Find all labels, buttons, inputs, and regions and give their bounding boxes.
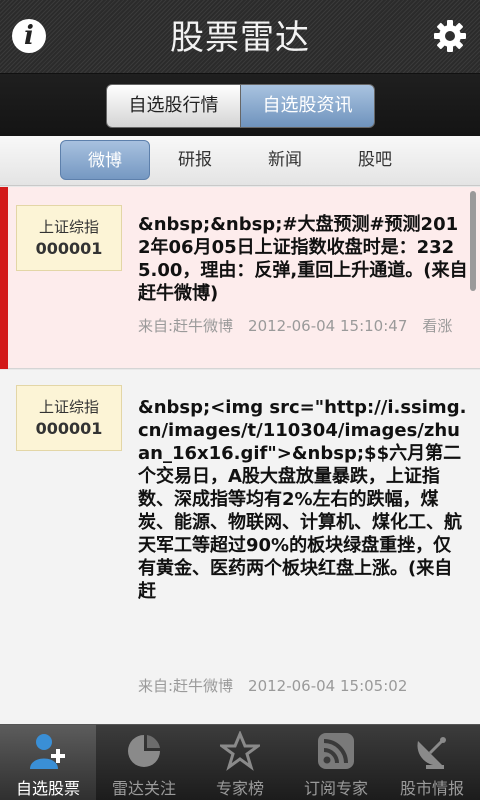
scrollbar[interactable] bbox=[470, 191, 476, 291]
bottom-nav: 自选股票 雷达关注 专家榜 订阅专家 股市情报 bbox=[0, 724, 480, 800]
stock-code: 000001 bbox=[35, 239, 103, 258]
stock-code: 000001 bbox=[35, 419, 103, 438]
satellite-dish-icon bbox=[412, 731, 452, 771]
segment-bar: 自选股行情 自选股资讯 bbox=[0, 74, 480, 136]
nav-market-intel[interactable]: 股市情报 bbox=[384, 725, 480, 800]
sub-tab-bar: 微博 研报 新闻 股吧 bbox=[0, 136, 480, 186]
tab-forum[interactable]: 股吧 bbox=[330, 140, 420, 180]
nav-label: 雷达关注 bbox=[111, 779, 176, 798]
segment-stock-news[interactable]: 自选股资讯 bbox=[240, 84, 375, 128]
segment-stock-quotes[interactable]: 自选股行情 bbox=[106, 84, 241, 128]
item-meta: 来自:赶牛微博 2012-06-04 15:10:47 看涨 bbox=[138, 317, 453, 335]
list-item[interactable]: 上证综指 000001 &nbsp;<img src="http://i.ssi… bbox=[0, 370, 480, 724]
rss-icon bbox=[316, 731, 356, 771]
radar-icon bbox=[124, 731, 164, 771]
nav-label: 自选股票 bbox=[15, 779, 80, 798]
stock-name: 上证综指 bbox=[38, 398, 99, 416]
nav-subscribe-expert[interactable]: 订阅专家 bbox=[288, 725, 384, 800]
stock-badge[interactable]: 上证综指 000001 bbox=[16, 205, 122, 271]
item-meta: 来自:赶牛微博 2012-06-04 15:05:02 bbox=[138, 677, 408, 695]
selected-marker bbox=[0, 187, 8, 369]
item-text: &nbsp;<img src="http://i.ssimg.cn/images… bbox=[138, 397, 467, 602]
nav-expert-ranking[interactable]: 专家榜 bbox=[192, 725, 288, 800]
star-icon bbox=[217, 730, 263, 771]
news-list: 上证综指 000001 &nbsp;&nbsp;#大盘预测#预测2012年06月… bbox=[0, 187, 480, 724]
nav-radar-watch[interactable]: 雷达关注 bbox=[96, 725, 192, 800]
add-user-icon bbox=[28, 731, 68, 771]
app-header: i 股票雷达 bbox=[0, 0, 480, 74]
gear-icon[interactable] bbox=[432, 18, 468, 54]
item-text: &nbsp;&nbsp;#大盘预测#预测2012年06月05日上证指数收盘时是：… bbox=[138, 214, 468, 304]
list-item[interactable]: 上证综指 000001 &nbsp;&nbsp;#大盘预测#预测2012年06月… bbox=[0, 187, 480, 369]
tab-weibo[interactable]: 微博 bbox=[60, 140, 150, 180]
nav-label: 订阅专家 bbox=[303, 779, 368, 798]
stock-name: 上证综指 bbox=[38, 218, 99, 236]
app-title: 股票雷达 bbox=[170, 18, 310, 58]
tab-research[interactable]: 研报 bbox=[150, 140, 240, 180]
tab-news[interactable]: 新闻 bbox=[240, 140, 330, 180]
nav-label: 股市情报 bbox=[399, 779, 464, 798]
nav-my-stocks[interactable]: 自选股票 bbox=[0, 725, 96, 800]
stock-badge[interactable]: 上证综指 000001 bbox=[16, 385, 122, 451]
nav-label: 专家榜 bbox=[215, 779, 264, 798]
